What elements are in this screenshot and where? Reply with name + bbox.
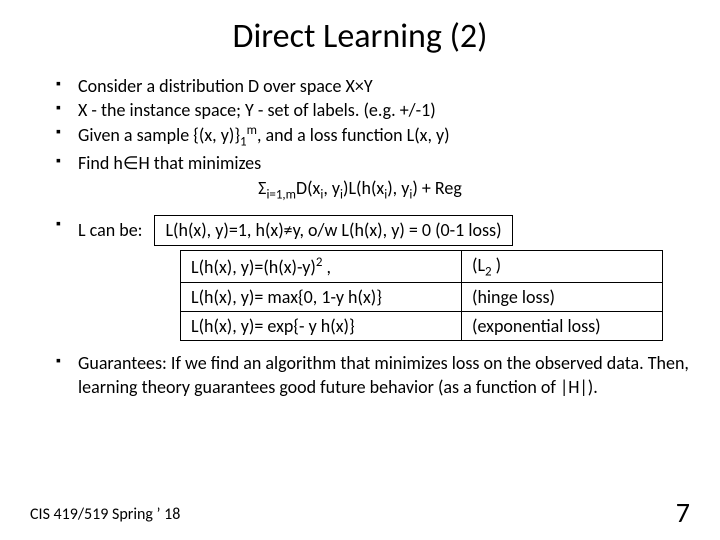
lcanbe-text: L can be: (78, 219, 142, 242)
slide-body: Consider a distribution D over space X×Y… (30, 75, 690, 399)
bullet-list-3: Guarantees: If we find an algorithm that… (56, 352, 690, 398)
f-p2: )L(h(x (343, 177, 384, 199)
slide-root: Direct Learning (2) Consider a distribut… (0, 0, 720, 540)
loss-row-4a: L(h(x), y)= exp{- y h(x)} (181, 312, 462, 341)
bullet-3-sub: 1 (240, 135, 247, 150)
bullet-4: Find h∈H that minimizes (56, 152, 690, 175)
footer-course: CIS 419/519 Spring ’ 18 (30, 505, 180, 524)
loss-row-2a: L(h(x), y)=(h(x)-y)2 , (181, 250, 462, 283)
loss-row-2: L(h(x), y)=(h(x)-y)2 , (L2 ) (181, 250, 663, 283)
loss-row-4: L(h(x), y)= exp{- y h(x)} (exponential l… (181, 312, 663, 341)
objective-formula: Σi=1,mD(xi, yi)L(h(xi), yi) + Reg (30, 177, 690, 203)
loss-row-2b: (L2 ) (462, 250, 663, 283)
bullet-3: Given a sample {(x, y)}1m, and a loss fu… (56, 123, 690, 151)
f-p1: D(x (296, 177, 320, 199)
f-p4: ) + Reg (412, 177, 461, 199)
loss-row-3: L(h(x), y)= max{0, 1-y h(x)} (hinge loss… (181, 283, 663, 312)
loss-row-3b: (hinge loss) (462, 283, 663, 312)
bullet-lcanbe: L can be: L(h(x), y)=1, h(x)≠y, o/w L(h(… (56, 215, 690, 246)
bullet-list-2: L can be: L(h(x), y)=1, h(x)≠y, o/w L(h(… (56, 215, 690, 246)
r2b-sub: 2 (485, 264, 492, 279)
sigma-sub: i=1,m (266, 188, 296, 203)
r2b-post: ) (492, 254, 502, 276)
bullet-3-post: , and a loss function L(x, y) (257, 124, 450, 146)
bullet-3-pre: Given a sample {(x, y)} (78, 124, 240, 146)
r2b-pre: (L (472, 254, 485, 276)
loss-row-3a: L(h(x), y)= max{0, 1-y h(x)} (181, 283, 462, 312)
r2a-pre: L(h(x), y)=(h(x)-y) (191, 256, 316, 278)
bullet-2: X - the instance space; Y - set of label… (56, 99, 690, 122)
bullet-guarantees: Guarantees: If we find an algorithm that… (56, 352, 690, 398)
loss-row-4b: (exponential loss) (462, 312, 663, 341)
bullet-list-1: Consider a distribution D over space X×Y… (56, 75, 690, 175)
f-c1: , y (323, 177, 340, 199)
loss-row-1: L(h(x), y)=1, h(x)≠y, o/w L(h(x), y) = 0… (154, 215, 512, 246)
footer-page-number: 7 (676, 495, 690, 530)
slide-title: Direct Learning (2) (30, 16, 690, 57)
r2a-post: , (322, 256, 331, 278)
bullet-1: Consider a distribution D over space X×Y (56, 75, 690, 98)
f-p3: ), y (387, 177, 409, 199)
bullet-3-sup: m (247, 123, 257, 138)
loss-table: L(h(x), y)=(h(x)-y)2 , (L2 ) L(h(x), y)=… (180, 250, 663, 342)
